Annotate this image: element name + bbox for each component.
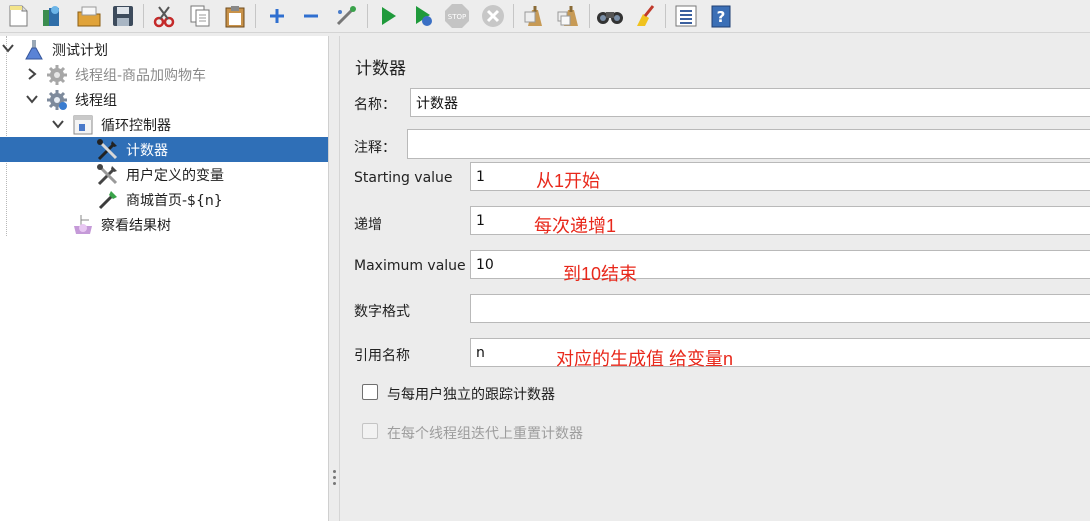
svg-text:?: ? bbox=[717, 8, 726, 26]
tools-icon bbox=[96, 138, 120, 162]
paste-icon[interactable] bbox=[221, 2, 249, 30]
tree-item-label: 计数器 bbox=[126, 142, 168, 159]
svg-text:STOP: STOP bbox=[448, 13, 466, 21]
tree-item-thread-group[interactable]: 线程组 bbox=[45, 87, 325, 112]
annotation-increment: 每次递增1 bbox=[534, 216, 617, 236]
starting-value-label: Starting value bbox=[354, 170, 453, 186]
name-input[interactable]: 计数器 bbox=[410, 88, 1090, 117]
help-icon[interactable]: ? bbox=[707, 2, 735, 30]
number-format-label: 数字格式 bbox=[354, 304, 410, 320]
open-icon[interactable] bbox=[75, 2, 103, 30]
templates-icon[interactable] bbox=[38, 2, 66, 30]
panel-splitter[interactable] bbox=[329, 36, 340, 521]
reset-on-iteration-checkbox[interactable] bbox=[362, 423, 378, 439]
tree-item-label: 线程组 bbox=[75, 92, 117, 109]
per-user-checkbox[interactable] bbox=[362, 384, 378, 400]
gear-icon bbox=[45, 63, 69, 87]
annotation-maximum: 到10结束 bbox=[563, 264, 638, 284]
tree-item-test-plan[interactable]: 测试计划 bbox=[22, 37, 322, 62]
tree-item-label: 察看结果树 bbox=[101, 217, 171, 234]
tree-item-user-variables[interactable]: 用户定义的变量 bbox=[96, 162, 326, 187]
collapse-icon[interactable] bbox=[297, 2, 325, 30]
chevron-right-icon[interactable] bbox=[24, 66, 40, 82]
toolbar: STOP ? bbox=[0, 0, 1090, 33]
annotation-reference: 对应的生成值 给变量n bbox=[556, 349, 734, 369]
save-icon[interactable] bbox=[109, 2, 137, 30]
expand-icon[interactable] bbox=[263, 2, 291, 30]
tree-item-counter[interactable]: 计数器 bbox=[0, 137, 328, 162]
panel-title: 计数器 bbox=[355, 59, 406, 79]
test-plan-tree: 测试计划 线程组-商品加购物车 线程组 循环控制器 计数器 用户定义的变量 商城… bbox=[0, 36, 329, 521]
gear-icon bbox=[45, 88, 69, 112]
annotation-start: 从1开始 bbox=[536, 171, 601, 191]
results-tree-icon bbox=[71, 213, 95, 237]
tree-item-thread-group-cart[interactable]: 线程组-商品加购物车 bbox=[45, 62, 325, 87]
tree-item-label: 线程组-商品加购物车 bbox=[75, 67, 207, 84]
tools-icon bbox=[96, 163, 120, 187]
stop-icon[interactable]: STOP bbox=[443, 2, 471, 30]
tree-item-view-results-tree[interactable]: 察看结果树 bbox=[71, 212, 321, 237]
chevron-down-icon[interactable] bbox=[24, 91, 40, 107]
tree-item-label: 循环控制器 bbox=[101, 117, 171, 134]
start-no-pause-icon[interactable] bbox=[409, 2, 437, 30]
function-helper-icon[interactable] bbox=[672, 2, 700, 30]
toggle-icon[interactable] bbox=[332, 2, 360, 30]
increment-label: 递增 bbox=[354, 217, 382, 233]
reset-on-iteration-checkbox-label: 在每个线程组迭代上重置计数器 bbox=[387, 426, 583, 442]
shutdown-icon[interactable] bbox=[479, 2, 507, 30]
start-icon[interactable] bbox=[374, 2, 402, 30]
counter-config-panel: 计数器 名称： 计数器 注释： Starting value 1 从1开始 递增… bbox=[341, 36, 1090, 521]
flask-icon bbox=[22, 38, 46, 62]
tree-item-label: 用户定义的变量 bbox=[126, 167, 224, 184]
search-icon[interactable] bbox=[596, 2, 624, 30]
comment-input[interactable] bbox=[407, 129, 1090, 159]
chevron-down-icon[interactable] bbox=[0, 40, 16, 56]
tree-item-label: 测试计划 bbox=[52, 42, 108, 59]
per-user-checkbox-label: 与每用户独立的跟踪计数器 bbox=[387, 387, 555, 403]
comment-label: 注释： bbox=[354, 140, 396, 156]
reset-search-icon[interactable] bbox=[631, 2, 659, 30]
reference-name-label: 引用名称 bbox=[354, 348, 410, 364]
tree-item-loop-controller[interactable]: 循环控制器 bbox=[71, 112, 321, 137]
copy-icon[interactable] bbox=[186, 2, 214, 30]
clear-all-icon[interactable] bbox=[555, 2, 583, 30]
maximum-value-label: Maximum value bbox=[354, 258, 466, 274]
jmeter-window: STOP ? 测试计划 线程组-商品加购物车 线程组 循环控制器 计数器 用户定… bbox=[0, 0, 1090, 521]
name-label: 名称： bbox=[354, 97, 396, 113]
loop-controller-icon bbox=[71, 113, 95, 137]
tree-item-http-request[interactable]: 商城首页-${n} bbox=[96, 187, 326, 212]
cut-icon[interactable] bbox=[150, 2, 178, 30]
pipette-icon bbox=[96, 188, 120, 212]
chevron-down-icon[interactable] bbox=[50, 116, 66, 132]
new-icon[interactable] bbox=[4, 2, 32, 30]
number-format-input[interactable] bbox=[470, 294, 1090, 323]
tree-item-label: 商城首页-${n} bbox=[126, 192, 223, 209]
clear-icon[interactable] bbox=[520, 2, 548, 30]
